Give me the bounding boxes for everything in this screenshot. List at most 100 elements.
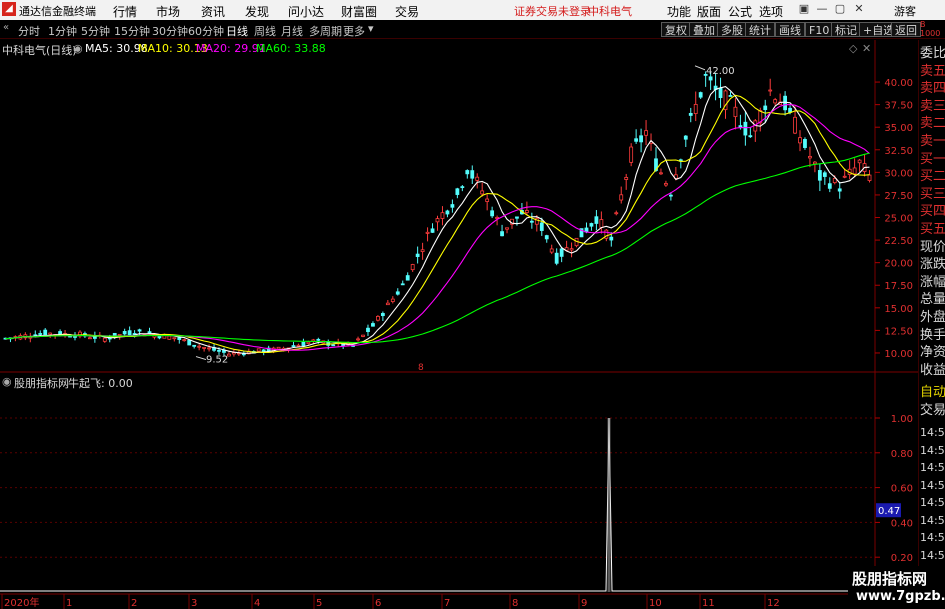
y-tick-label: 32.50 [884,146,913,157]
x-axis-label: 3 [191,598,197,609]
y-tick-label: 37.50 [884,101,913,112]
candle-up [48,332,53,335]
candle-down [316,338,321,341]
candle-down [122,331,127,335]
y-tick-label: 35.00 [884,123,913,134]
candle-down [291,345,296,347]
candle-down [500,231,504,237]
candle-up [306,341,311,345]
x-axis-label: 6 [375,598,381,609]
tick-time: 14:56 [920,513,945,527]
candle-up [296,344,301,347]
diamond-icon[interactable]: ◇ [849,42,857,55]
candle-up [356,338,360,341]
main-chart-title: 中科电气(日线) [2,44,77,57]
candle-down [371,323,375,327]
indicator-settings-icon[interactable]: ◉ [2,375,12,388]
candle-down [301,341,306,347]
tick-time: 14:56 [920,426,945,439]
kline-chart[interactable]: 40.00 37.50 35.00 32.50 30.00 27.50 25.00 22.50… [0,0,945,609]
candle-down [490,210,495,217]
x-axis-label: 2020年 [4,596,39,609]
indicator-tick-label: 0.80 [891,449,913,460]
indicator-tick-label: 1.00 [891,414,913,425]
indicator-tick-label: 0.20 [891,553,913,564]
y-tick-label: 15.00 [884,304,913,315]
indicator-header: ◉ 股朋指标网 牛起飞: 0.00 [0,374,875,390]
candle-down [817,170,822,181]
candle-down [743,121,748,136]
panel-corner-value: 1000 [920,29,941,38]
watermark-url: www.7gpzb.com [856,589,945,604]
current-value-label: 0.47 [878,506,900,517]
high-price-label: 42.00 [706,66,735,77]
candle-down [430,228,435,233]
x-axis-label: 4 [254,598,260,609]
x-axis-label: 9 [581,598,587,609]
tick-time: 14:56 [920,478,945,492]
candle-down [639,135,643,143]
tick-time: 14:56 [920,461,945,474]
candle-up [852,167,857,175]
y-tick-label: 27.50 [884,191,913,202]
candle-up [693,103,698,114]
y-tick-label: 25.00 [884,214,913,225]
x-axis-label: 10 [649,598,662,609]
low-price-label: 9.52 [206,355,228,366]
candle-down [827,183,832,189]
tick-time: 14:56 [920,496,945,509]
candle-up [197,345,202,348]
candle-down [177,337,182,340]
indicator-value: 牛起飞: 0.00 [68,377,133,390]
candle-down [589,223,594,227]
indicator-title: 股朋指标网 [14,377,69,390]
candle-down [837,188,842,192]
low-pointer [195,356,207,361]
candle-down [187,340,192,346]
candle-down [748,135,753,138]
y-tick-label: 10.00 [884,349,913,360]
candle-up [793,116,797,134]
candle-down [728,95,733,97]
panel-corner-label: B [920,20,926,29]
close-panel-icon[interactable]: ✕ [862,42,871,55]
candle-down [788,107,792,113]
candle-down [38,333,43,335]
y-tick-label: 20.00 [884,259,913,270]
candle-down [708,76,713,81]
tick-time: 14:56 [920,531,945,544]
candle-up [644,130,648,136]
candle-down [803,139,807,148]
settings-circle-icon[interactable]: ◉ [73,42,83,55]
quote-field-18: 收益 [920,362,945,378]
candle-down [470,170,475,179]
candle-up [505,227,509,230]
candle-down [634,138,639,142]
y-tick-label: 22.50 [884,236,913,247]
candle-down [783,95,787,111]
x-axis-label: 2 [131,598,137,609]
candle-up [485,198,490,202]
trade-tab[interactable]: 交易 [920,400,945,422]
candle-up [812,161,817,165]
candle-up [435,218,440,223]
ma60-line [5,152,870,344]
main-chart-header: 中科电气(日线) ◉ MA5: 30.98 MA10: 30.13 MA20: … [0,40,875,57]
candle-up [773,99,778,104]
candle-up [599,219,604,228]
tick-time: 14:56 [920,548,945,562]
candle-down [450,204,455,208]
x-axis-label: 8 [512,598,518,609]
candle-down [609,236,614,241]
candle-up [798,137,802,144]
candle-down [718,87,723,99]
candle-up [385,302,390,306]
y-tick-label: 40.00 [884,78,913,89]
candle-up [857,159,862,164]
candle-up [569,248,574,251]
candle-down [415,253,420,258]
candle-up [480,190,485,195]
candle-up [624,177,629,180]
candle-up [88,337,92,340]
candle-up [629,146,634,163]
